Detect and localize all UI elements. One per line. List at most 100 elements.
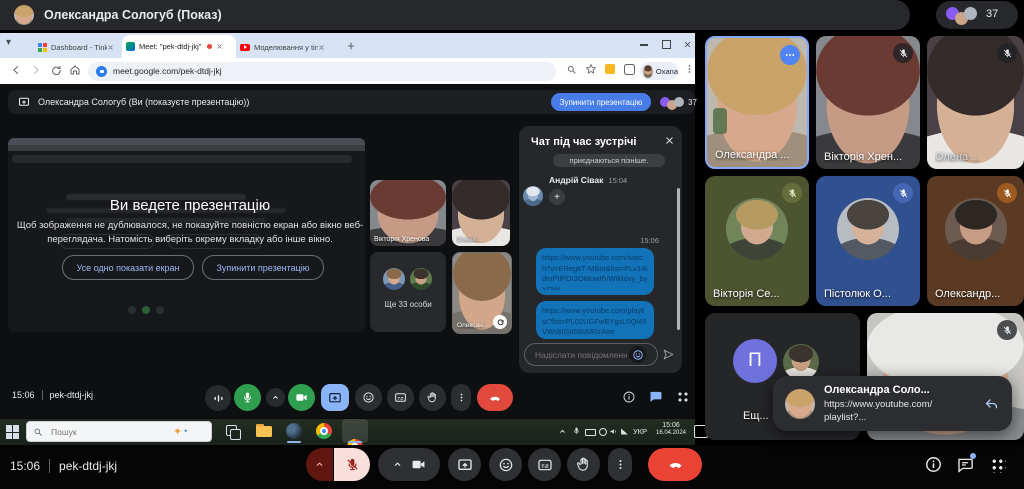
tab-close-icon[interactable] [216, 43, 223, 50]
inner-camera-options-chevron[interactable] [266, 388, 285, 407]
inner-stop-presenting-button[interactable]: Зупинити презентацію [551, 93, 651, 111]
meeting-info-button[interactable] [924, 455, 943, 474]
inner-camera-button[interactable] [288, 384, 315, 411]
reload-icon[interactable] [50, 64, 62, 76]
window-minimize-icon[interactable] [640, 44, 648, 46]
inner-tile-viktoria[interactable]: Вікторія Хренова [370, 180, 446, 246]
forward-icon[interactable] [30, 64, 42, 76]
mic-muted-button[interactable] [334, 448, 370, 481]
tray-battery-icon[interactable] [585, 429, 596, 436]
home-icon[interactable] [69, 64, 81, 76]
tray-chevron-icon[interactable] [558, 427, 567, 436]
extension-icon[interactable] [605, 64, 615, 74]
start-button[interactable] [6, 425, 20, 439]
chat-scrollbar[interactable] [677, 188, 680, 330]
inner-mic-button[interactable] [234, 384, 261, 411]
chat-attachment-chip[interactable]: + [549, 189, 565, 205]
tab-close-icon[interactable] [318, 44, 325, 51]
inner-raise-hand-button[interactable] [419, 384, 446, 411]
stop-presentation-button[interactable]: Зупинити презентацію [202, 255, 324, 280]
back-icon[interactable] [10, 64, 22, 76]
chat-title: Чат під час зустрічі [531, 136, 636, 148]
inner-more-options-button[interactable] [451, 384, 471, 411]
profile-chip[interactable]: Oxana [640, 62, 678, 80]
emoji-picker-icon[interactable] [629, 346, 646, 363]
inner-apps-grid-icon[interactable] [676, 390, 690, 404]
mic-options-chevron[interactable] [306, 448, 333, 481]
tray-clock[interactable]: 15:06 16.04.2024 [652, 421, 690, 438]
tile-menu-icon[interactable] [780, 45, 800, 65]
tab-list-chevron-icon[interactable]: ▾ [6, 37, 11, 48]
end-call-button[interactable] [648, 448, 702, 481]
inner-chat-button-active[interactable] [648, 389, 663, 404]
camera-icon[interactable] [411, 457, 426, 472]
tray-status-icon[interactable] [599, 428, 607, 436]
toast-message-line2[interactable]: playlist?... [824, 412, 979, 423]
tray-mic-icon[interactable] [572, 426, 581, 436]
apps-grid-icon[interactable] [990, 457, 1006, 473]
tray-language[interactable]: УКР [633, 427, 647, 436]
chrome-icon[interactable] [316, 423, 332, 439]
tile-olena[interactable]: Олена ... [927, 36, 1024, 169]
tile-name: Вікторія Се... [713, 288, 780, 300]
camera-split-button[interactable] [378, 448, 440, 481]
tab-meet-active[interactable]: Meet: "pek-dtdj-jkj" [122, 35, 236, 58]
browser-menu-icon[interactable] [684, 63, 695, 75]
tray-network-icon[interactable] [620, 427, 629, 436]
taskbar-search-box[interactable]: ✦ ✦ [26, 421, 212, 442]
show-anyway-button[interactable]: Усе одно показати екран [62, 255, 194, 280]
task-view-icon[interactable] [226, 425, 237, 436]
meet-favicon [96, 66, 107, 77]
tile-viktoria-khren[interactable]: Вікторія Хрен... [816, 36, 920, 169]
inner-reactions-button[interactable] [355, 384, 382, 411]
inner-info-button[interactable] [620, 388, 638, 406]
toast-reply-icon[interactable] [983, 395, 1000, 412]
tile-oleksandr[interactable]: Олександр... [927, 176, 1024, 306]
participant-count-pill[interactable]: 37 [936, 1, 1018, 29]
chat-message-input[interactable] [533, 349, 629, 361]
tray-volume-icon[interactable] [609, 427, 618, 436]
omnibox[interactable]: meet.google.com/pek-dtdj-jkj [88, 62, 556, 81]
inner-present-button-active[interactable] [321, 384, 349, 411]
tile-pistoliuk[interactable]: Пістолюк О... [816, 176, 920, 306]
taskbar-search-input[interactable] [49, 426, 173, 438]
inner-end-call-button[interactable] [477, 384, 513, 411]
chat-link-message-2[interactable]: https://www.youtube.com/playlist?list=PL… [536, 301, 654, 339]
inner-tile-olena[interactable]: Олена... [452, 180, 510, 246]
search-icon[interactable] [566, 64, 577, 75]
chat-link-text[interactable]: https://www.youtube.com/playlist?list=PL… [542, 306, 648, 334]
chat-toggle-button[interactable] [956, 456, 974, 474]
present-screen-button[interactable] [448, 448, 481, 481]
tab-youtube[interactable]: Моделювання у tinkercad - Y... [240, 37, 336, 57]
chat-link-message-1[interactable]: https://www.youtube.com/watch?v=ERegbT-M… [536, 248, 654, 295]
tab-tinkercad[interactable]: Dashboard - Tinkercad [38, 37, 120, 57]
profile-name: Oxana [656, 67, 678, 76]
window-close-icon[interactable] [683, 40, 692, 49]
tab-close-icon[interactable] [107, 44, 114, 51]
raise-hand-button[interactable] [567, 448, 600, 481]
file-explorer-icon[interactable] [256, 424, 272, 437]
chat-link-text[interactable]: https://www.youtube.com/watch?v=ERegbT-M… [542, 253, 648, 290]
window-maximize-icon[interactable] [662, 40, 671, 49]
bookmark-star-icon[interactable] [585, 63, 597, 75]
more-people-label: Ще 33 особи [370, 300, 446, 309]
inner-tile-more-people[interactable]: Ще 33 особи [370, 252, 446, 332]
more-options-button[interactable] [608, 448, 632, 481]
app-icon[interactable] [286, 423, 302, 439]
chat-input-pill[interactable] [524, 343, 658, 366]
chat-close-icon[interactable] [664, 135, 675, 146]
send-message-icon[interactable] [662, 348, 675, 361]
camera-options-chevron[interactable] [392, 459, 403, 470]
captions-button[interactable] [528, 448, 561, 481]
reactions-button[interactable] [489, 448, 522, 481]
toast-avatar [785, 389, 815, 419]
toast-message-line1[interactable]: https://www.youtube.com/ [824, 399, 979, 410]
tile-oleksandra[interactable]: Олександра ... [705, 36, 809, 169]
inner-captions-button[interactable] [387, 384, 414, 411]
tab-search-icon[interactable] [624, 64, 635, 75]
chat-toast[interactable]: Олександра Соло... https://www.youtube.c… [773, 376, 1012, 431]
inner-tile-self[interactable]: Олексан... [452, 252, 512, 334]
flip-camera-icon[interactable] [493, 315, 507, 329]
new-tab-icon[interactable] [346, 41, 356, 51]
tile-viktoria-se[interactable]: Вікторія Се... [705, 176, 809, 306]
